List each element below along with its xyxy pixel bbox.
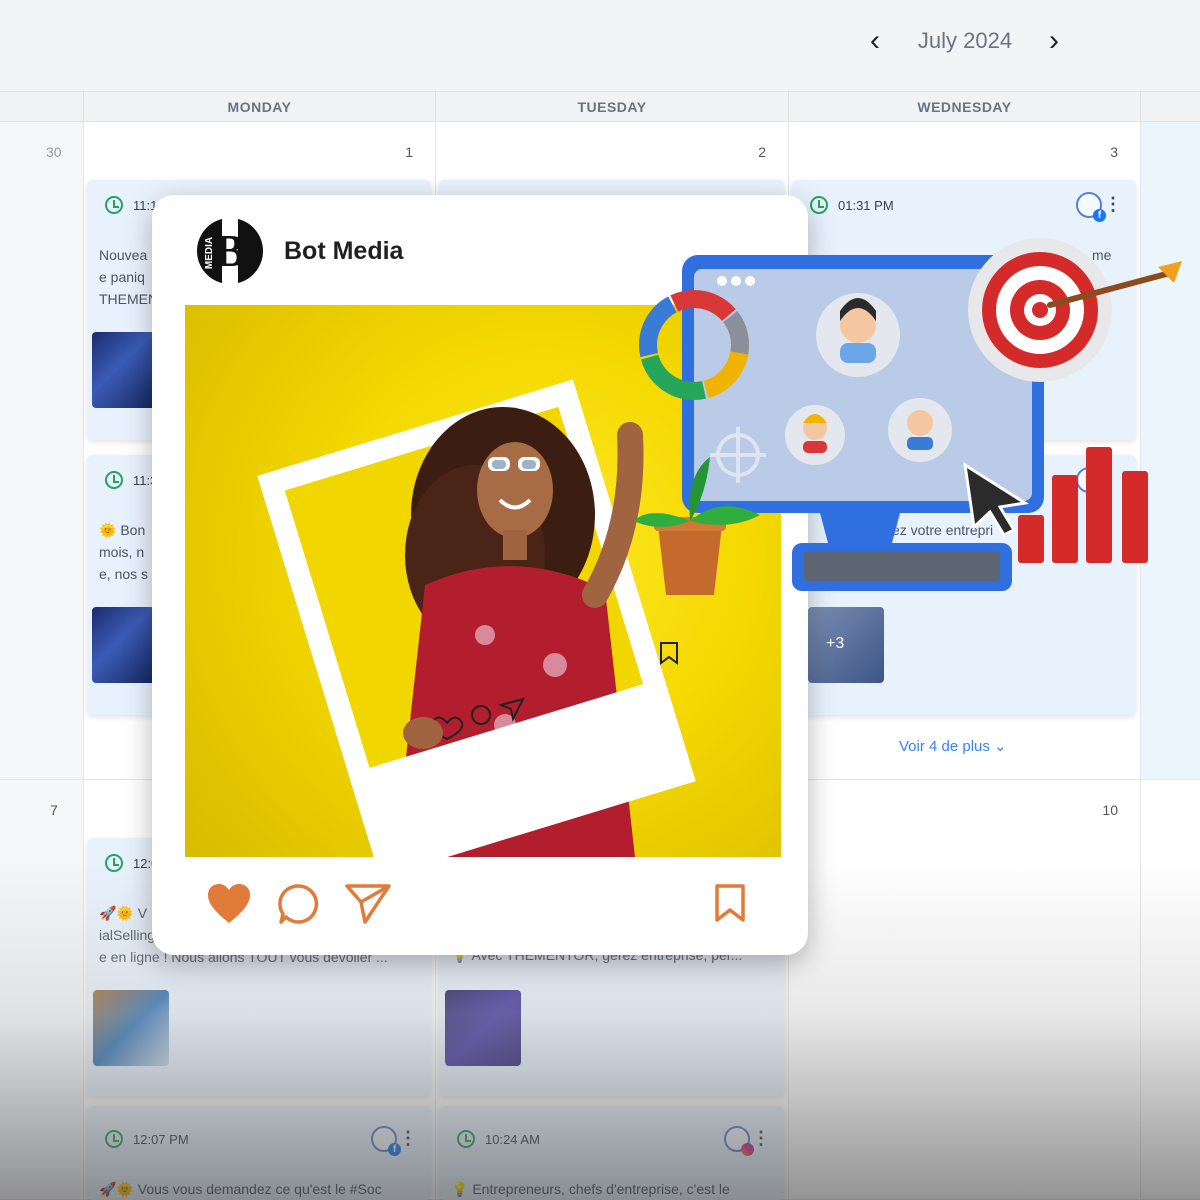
facebook-account-icon[interactable]: [371, 1126, 401, 1156]
logo-text: MEDIA: [204, 237, 215, 269]
calendar-header: ‹ July 2024 ›: [0, 0, 1200, 92]
account-name: Bot Media: [284, 237, 404, 265]
day-number: 2: [758, 144, 766, 160]
day-cell-11[interactable]: [1140, 780, 1200, 1200]
more-options-icon[interactable]: ⋮: [752, 1128, 770, 1149]
clock-icon: [105, 1130, 123, 1148]
more-media-count: +3: [826, 635, 845, 652]
like-heart-icon[interactable]: [206, 883, 252, 925]
clock-icon: [105, 471, 123, 489]
post-text: 🚀🌞 Vous vous demandez ce qu'est le #Soc: [99, 1181, 382, 1197]
post-thumbnail[interactable]: [445, 990, 521, 1066]
weekday-headers: MONDAY TUESDAY WEDNESDAY: [0, 92, 1200, 122]
post-time: 01:31 PM: [838, 198, 894, 213]
day-cell-30[interactable]: 30: [0, 122, 83, 780]
facebook-account-icon[interactable]: [1076, 192, 1106, 222]
day-number: 7: [50, 802, 58, 818]
post-card[interactable]: 10:24 AM ⋮ 💡 Entrepreneurs, chefs d'entr…: [439, 1106, 784, 1200]
see-more-link[interactable]: Voir 4 de plus ⌄: [899, 737, 1007, 755]
logo-letter: B: [215, 225, 246, 276]
more-options-icon[interactable]: ⋮: [399, 1128, 417, 1149]
instagram-account-icon[interactable]: [724, 1126, 754, 1156]
chevron-left-icon[interactable]: ‹: [858, 24, 892, 58]
weekday-header-monday: MONDAY: [83, 92, 435, 122]
post-actions: [152, 865, 808, 945]
weekday-header-tuesday: TUESDAY: [435, 92, 788, 122]
post-thumbnail[interactable]: +3: [808, 607, 884, 683]
share-send-icon[interactable]: [345, 883, 391, 925]
clock-icon: [457, 1130, 475, 1148]
post-time: 10:24 AM: [485, 1132, 540, 1147]
day-number: 30: [46, 144, 62, 160]
clock-icon: [105, 196, 123, 214]
more-options-icon[interactable]: ⋮: [1104, 194, 1122, 215]
day-number: 10: [1102, 802, 1118, 818]
day-number: 1: [405, 144, 413, 160]
marketing-3d-illustration: [634, 238, 1182, 595]
clock-icon: [810, 196, 828, 214]
post-thumbnail[interactable]: [93, 990, 169, 1066]
clock-icon: [105, 854, 123, 872]
weekday-header-thursday: [1140, 92, 1200, 122]
weekday-header-wednesday: WEDNESDAY: [788, 92, 1140, 122]
post-text: 💡 Entrepreneurs, chefs d'entreprise, c'e…: [451, 1181, 730, 1197]
day-cell-7[interactable]: 7: [0, 780, 83, 1200]
chevron-right-icon[interactable]: ›: [1037, 24, 1071, 58]
post-card[interactable]: 12:07 PM ⋮ 🚀🌞 Vous vous demandez ce qu'e…: [87, 1106, 431, 1200]
bookmark-icon[interactable]: [714, 883, 746, 923]
post-time: 12:07 PM: [133, 1132, 189, 1147]
bot-media-logo: B MEDIA: [197, 218, 263, 284]
day-number: 3: [1110, 144, 1118, 160]
comment-icon[interactable]: [278, 883, 320, 925]
day-cell-10[interactable]: 10: [788, 780, 1140, 1200]
month-label: July 2024: [917, 28, 1013, 53]
weekday-header-sunday: [0, 92, 83, 122]
